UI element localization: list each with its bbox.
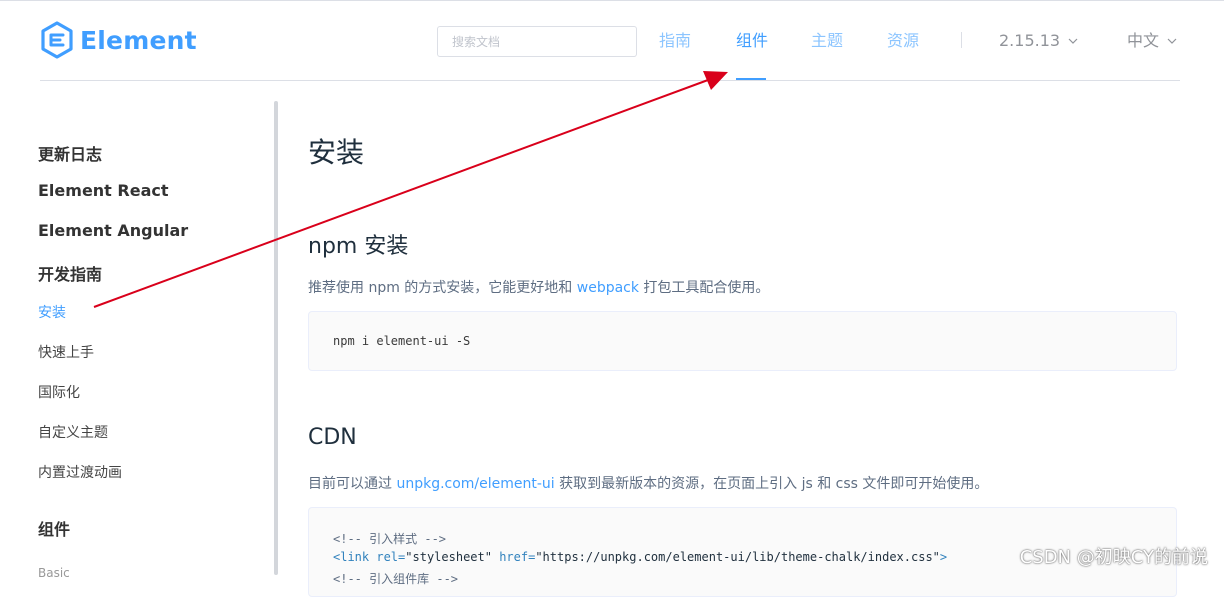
nav-component[interactable]: 组件 (736, 30, 768, 52)
code-tag-close: > (939, 550, 948, 564)
cdn-heading: CDN (308, 425, 357, 450)
cdn-code-comment: <!-- 引入样式 --> (333, 532, 447, 546)
main-content: 安装 npm 安装 推荐使用 npm 的方式安装，它能更好地和 webpack … (308, 81, 1178, 597)
sidebar-nav: 更新日志 Element React Element Angular 开发指南 … (0, 81, 278, 580)
version-label: 2.15.13 (999, 31, 1061, 50)
npm-code-block: npm i element-ui -S (308, 311, 1177, 371)
sidebar-subgroup-basic: Basic (38, 566, 70, 580)
sidebar-scrollbar[interactable] (274, 101, 278, 575)
unpkg-link[interactable]: unpkg.com/element-ui (396, 476, 554, 492)
nav-guide[interactable]: 指南 (659, 30, 691, 52)
sidebar-item-quickstart[interactable]: 快速上手 (38, 342, 94, 362)
sidebar-item-element-angular[interactable]: Element Angular (38, 221, 188, 240)
sidebar-item-element-react[interactable]: Element React (38, 181, 169, 200)
cdn-text-before: 目前可以通过 (308, 476, 397, 492)
cdn-text-after: 获取到最新版本的资源，在页面上引入 js 和 css 文件即可开始使用。 (554, 476, 989, 492)
nav-theme[interactable]: 主题 (811, 30, 843, 52)
code-attr-rel: rel= (376, 550, 406, 564)
search-docs-input[interactable] (437, 26, 637, 57)
element-logo[interactable]: Element (40, 21, 197, 59)
site-header: Element 指南 组件 主题 资源 2.15.13 中文 (0, 0, 1224, 80)
language-label: 中文 (1127, 31, 1160, 50)
sidebar-group-components: 组件 (38, 520, 71, 539)
logo-text: Element (80, 25, 197, 55)
sidebar-item-custom-theme[interactable]: 自定义主题 (38, 422, 108, 442)
chevron-down-icon (1167, 38, 1177, 44)
npm-install-description: 推荐使用 npm 的方式安装，它能更好地和 webpack 打包工具配合使用。 (308, 277, 769, 297)
sidebar-group-dev-guide: 开发指南 (38, 265, 103, 284)
cdn-code-comment-2: <!-- 引入组件库 --> (333, 572, 459, 586)
npm-text-after: 打包工具配合使用。 (638, 280, 770, 296)
cdn-code-link-line: <link rel="stylesheet" href="https://unp… (333, 550, 947, 564)
chevron-down-icon (1068, 38, 1078, 44)
code-val-rel: "stylesheet" (405, 550, 492, 564)
nav-resource[interactable]: 资源 (887, 30, 919, 52)
webpack-link[interactable]: webpack (577, 280, 639, 296)
nav-divider (961, 32, 962, 48)
version-dropdown[interactable]: 2.15.13 (999, 30, 1078, 52)
npm-text-before: 推荐使用 npm 的方式安装，它能更好地和 (308, 280, 577, 296)
element-hexagon-icon (41, 21, 73, 59)
cdn-description: 目前可以通过 unpkg.com/element-ui 获取到最新版本的资源，在… (308, 473, 988, 493)
sidebar-item-transition[interactable]: 内置过渡动画 (38, 462, 122, 482)
sidebar-item-changelog[interactable]: 更新日志 (38, 141, 102, 165)
page-title: 安装 (308, 136, 365, 169)
csdn-watermark: CSDN @初映CY的前说 (1019, 547, 1208, 568)
code-val-href: "https://unpkg.com/element-ui/lib/theme-… (535, 550, 940, 564)
npm-install-heading: npm 安装 (308, 234, 409, 259)
npm-code-line: npm i element-ui -S (333, 334, 471, 348)
sidebar-item-i18n[interactable]: 国际化 (38, 382, 80, 402)
sidebar-item-installation[interactable]: 安装 (38, 302, 66, 322)
code-attr-href: href= (499, 550, 536, 564)
language-dropdown[interactable]: 中文 (1127, 30, 1177, 52)
code-tag-open: <link (333, 550, 370, 564)
